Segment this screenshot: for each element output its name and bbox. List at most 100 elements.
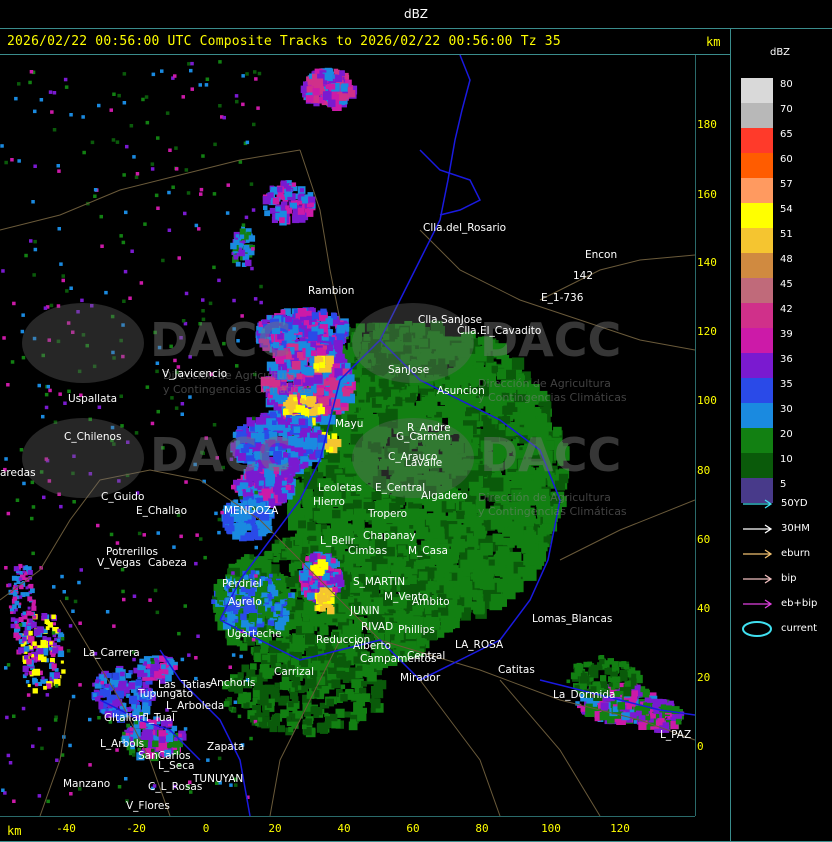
place-label: Cabeza	[148, 557, 187, 569]
x-tick-label: 40	[337, 822, 351, 835]
legend-swatch	[741, 378, 773, 403]
track-legend-item	[741, 546, 775, 562]
place-label: RIVAD	[361, 621, 394, 633]
place-label: V_Flores	[126, 800, 170, 812]
legend-swatch	[741, 128, 773, 153]
track-legend-item	[741, 596, 775, 612]
y-tick-label: 160	[697, 188, 717, 201]
current-cell-icon	[742, 621, 772, 637]
legend-swatch	[741, 203, 773, 228]
y-tick-label: 60	[697, 533, 711, 546]
place-label: Anchoris	[210, 677, 256, 689]
place-label: LA_ROSA	[455, 639, 504, 651]
legend-swatch	[741, 328, 773, 353]
legend-level-label: 57	[780, 179, 793, 190]
place-label: E_Challao	[136, 505, 187, 517]
legend-level-label: 30	[780, 404, 793, 415]
track-legend-label: bip	[781, 573, 797, 584]
place-label: Las_Tatias	[158, 679, 212, 691]
place-label: Cimbas	[348, 545, 388, 557]
map-bottom-edge	[0, 816, 695, 817]
place-label: V_Javicencio	[162, 368, 228, 380]
place-label: Rambion	[308, 285, 355, 297]
track-arrow-icon	[743, 499, 773, 509]
place-label: Encon	[585, 249, 618, 261]
track-legend-label: eburn	[781, 548, 811, 559]
legend-swatch	[741, 428, 773, 453]
legend-level-label: 5	[780, 479, 787, 490]
place-label: Clla.El_Cavadito	[457, 325, 542, 337]
legend-swatch	[741, 178, 773, 203]
place-label: C_Guido	[101, 491, 145, 503]
x-tick-label: 80	[475, 822, 489, 835]
place-label: MENDOZA	[224, 505, 279, 517]
y-tick-label: 100	[697, 394, 717, 407]
track-arrow-icon	[743, 574, 773, 584]
place-label: Uspallata	[68, 393, 118, 405]
place-label: L_Arbols	[100, 738, 145, 750]
y-tick-label: 80	[697, 464, 711, 477]
track-legend-label: current	[781, 623, 818, 634]
place-label: Catitas	[498, 664, 535, 676]
map-right-edge	[695, 55, 696, 816]
place-label: Lavalle	[405, 457, 443, 469]
legend-level-label: 45	[780, 279, 793, 290]
track-legend-label: eb+bip	[781, 598, 818, 609]
frame-divider-top	[0, 28, 832, 29]
legend-swatch	[741, 78, 773, 103]
y-tick-label: 120	[697, 325, 717, 338]
place-label: Leoletas	[318, 482, 362, 494]
y-tick-label: 180	[697, 118, 717, 131]
legend-level-label: 54	[780, 204, 793, 215]
legend-level-label: 70	[780, 104, 793, 115]
place-label: SanJose	[388, 364, 430, 376]
y-axis-unit: km	[706, 35, 721, 49]
place-label: M_Casa	[408, 545, 448, 557]
watermark-line2: y Contingencias Climáticas	[163, 383, 312, 396]
place-label: Gltallarfl_Tual	[104, 712, 175, 724]
watermark-brand: DACC	[480, 313, 622, 367]
legend-level-label: 10	[780, 454, 793, 465]
track-arrow-icon	[743, 524, 773, 534]
legend-swatch	[741, 103, 773, 128]
legend-swatch	[741, 153, 773, 178]
place-label: 142	[573, 270, 594, 282]
legend-level-label: 48	[780, 254, 793, 265]
place-label: Central	[407, 650, 446, 662]
y-tick-label: 140	[697, 256, 717, 269]
place-label: La_Carrera	[83, 647, 140, 659]
place-label: Phillips	[398, 624, 435, 636]
place-label: Ambito	[412, 596, 450, 608]
place-label: Mayu	[335, 418, 364, 430]
place-label: JUNIN	[350, 605, 380, 617]
place-label: S_MARTIN	[353, 576, 406, 588]
window-title: dBZ	[403, 7, 429, 21]
watermark-logo-2	[22, 418, 144, 498]
place-label: Chapanay	[363, 530, 416, 542]
composite-header: 2026/02/22 00:56:00 UTC Composite Tracks…	[7, 34, 561, 49]
track-legend-item	[741, 521, 775, 537]
legend-level-label: 80	[780, 79, 793, 90]
x-tick-label: 120	[610, 822, 630, 835]
place-label: Ugarteche	[227, 628, 282, 640]
place-label: Asuncion	[437, 385, 485, 397]
x-axis-unit: km	[7, 824, 22, 838]
legend-swatch	[741, 403, 773, 428]
radar-map[interactable]: DACC DACC DACC DACC Dirección de Agricul…	[0, 55, 695, 816]
place-label: E_Central	[375, 482, 426, 494]
place-label: Algadero	[421, 490, 468, 502]
legend-level-label: 39	[780, 329, 793, 340]
watermark-brand: DACC	[150, 428, 292, 482]
y-tick-label: 0	[697, 740, 704, 753]
place-label: R_Andre	[407, 422, 451, 434]
y-tick-label: 20	[697, 671, 711, 684]
window-title-bar: dBZ	[0, 0, 832, 28]
watermark-logo-1	[22, 303, 144, 383]
watermark-line2: y Contingencias Climáticas	[478, 391, 627, 404]
watermark-line2: y Contingencias Climáticas	[478, 505, 627, 518]
place-label: Tropero	[368, 508, 408, 520]
track-legend-item	[741, 496, 775, 512]
legend-title: dBZ	[769, 47, 791, 58]
place-label: V_Vegas	[97, 557, 141, 569]
legend-swatch	[741, 353, 773, 378]
